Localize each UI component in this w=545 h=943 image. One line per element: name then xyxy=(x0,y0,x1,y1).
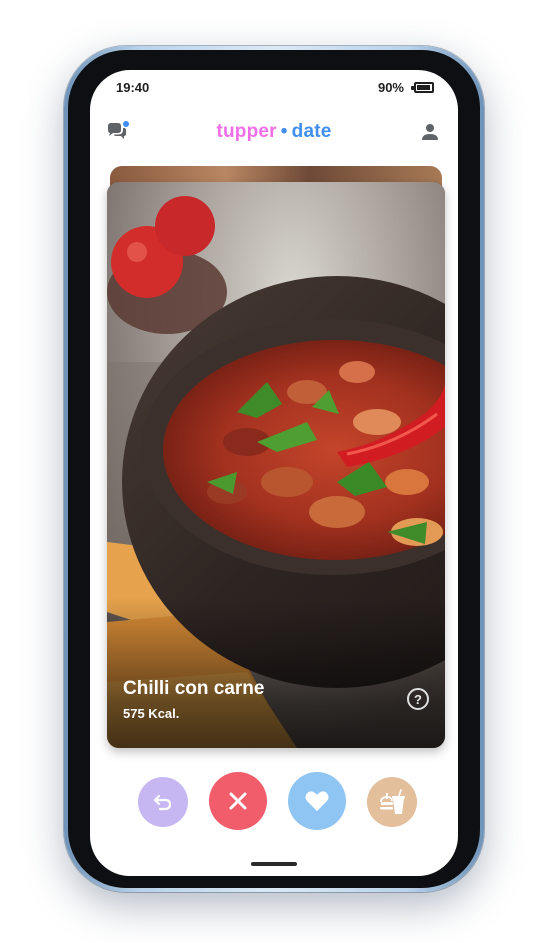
profile-button[interactable] xyxy=(418,120,442,144)
app-header: tupper • date xyxy=(90,114,458,154)
app-screen: 19:40 90% tupper • date Chilli con carne… xyxy=(90,70,458,876)
home-indicator[interactable] xyxy=(251,862,297,866)
undo-arrow-icon xyxy=(153,794,172,811)
phone-bezel: 19:40 90% tupper • date Chilli con carne… xyxy=(68,50,480,888)
food-calories: 575 Kcal. xyxy=(123,706,180,721)
undo-button[interactable] xyxy=(138,777,188,827)
like-button[interactable] xyxy=(288,772,346,830)
battery-icon xyxy=(411,82,434,93)
info-button[interactable]: ? xyxy=(407,688,429,710)
battery-percentage: 90% xyxy=(377,80,404,95)
logo-separator: • xyxy=(280,121,288,142)
question-mark-icon: ? xyxy=(414,691,422,707)
status-time: 19:40 xyxy=(116,80,150,95)
logo-part1: tupper xyxy=(216,121,277,142)
action-bar xyxy=(90,772,458,832)
phone-frame: 19:40 90% tupper • date Chilli con carne… xyxy=(64,46,484,892)
app-logo: tupper • date xyxy=(90,121,458,143)
heart-icon xyxy=(305,791,329,811)
order-button[interactable] xyxy=(367,777,417,827)
food-title: Chilli con carne xyxy=(123,678,265,699)
close-icon xyxy=(229,792,247,810)
logo-part2: date xyxy=(291,121,332,142)
food-card[interactable]: Chilli con carne 575 Kcal. ? xyxy=(107,182,445,748)
person-icon xyxy=(422,124,438,140)
nope-button[interactable] xyxy=(209,772,267,830)
takeaway-icon xyxy=(380,789,405,814)
status-right: 90% xyxy=(378,80,434,95)
status-bar: 19:40 90% xyxy=(90,70,458,106)
card-gradient-overlay xyxy=(107,598,445,748)
